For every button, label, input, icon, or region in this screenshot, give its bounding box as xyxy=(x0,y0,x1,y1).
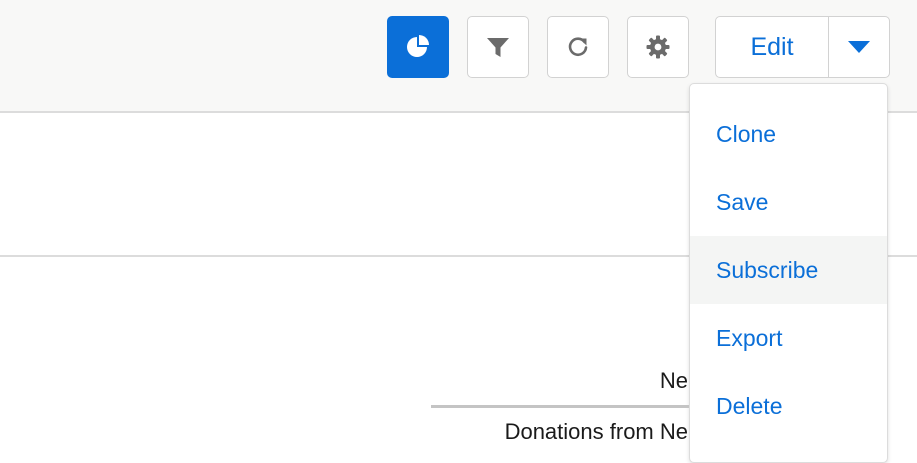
filter-button[interactable] xyxy=(467,16,529,78)
caret-down-icon xyxy=(848,41,870,53)
actions-dropdown-menu: Clone Save Subscribe Export Delete xyxy=(689,83,888,463)
edit-button-group: Edit xyxy=(715,16,890,78)
menu-item-clone[interactable]: Clone xyxy=(690,100,887,168)
refresh-button[interactable] xyxy=(547,16,609,78)
pie-chart-icon xyxy=(407,35,429,57)
refresh-icon xyxy=(568,37,588,57)
filter-icon xyxy=(487,38,509,57)
report-title-partial: Ne xyxy=(659,368,688,393)
menu-item-save[interactable]: Save xyxy=(690,168,887,236)
report-subtitle-partial: Donations from Ne xyxy=(504,419,688,444)
chart-toggle-button[interactable] xyxy=(387,16,449,78)
gear-icon xyxy=(646,35,670,59)
menu-item-delete[interactable]: Delete xyxy=(690,372,887,440)
more-actions-toggle[interactable] xyxy=(829,17,889,77)
settings-button[interactable] xyxy=(627,16,689,78)
menu-item-subscribe[interactable]: Subscribe xyxy=(690,236,887,304)
menu-item-export[interactable]: Export xyxy=(690,304,887,372)
edit-button[interactable]: Edit xyxy=(716,17,829,77)
report-title-underline xyxy=(431,405,689,408)
